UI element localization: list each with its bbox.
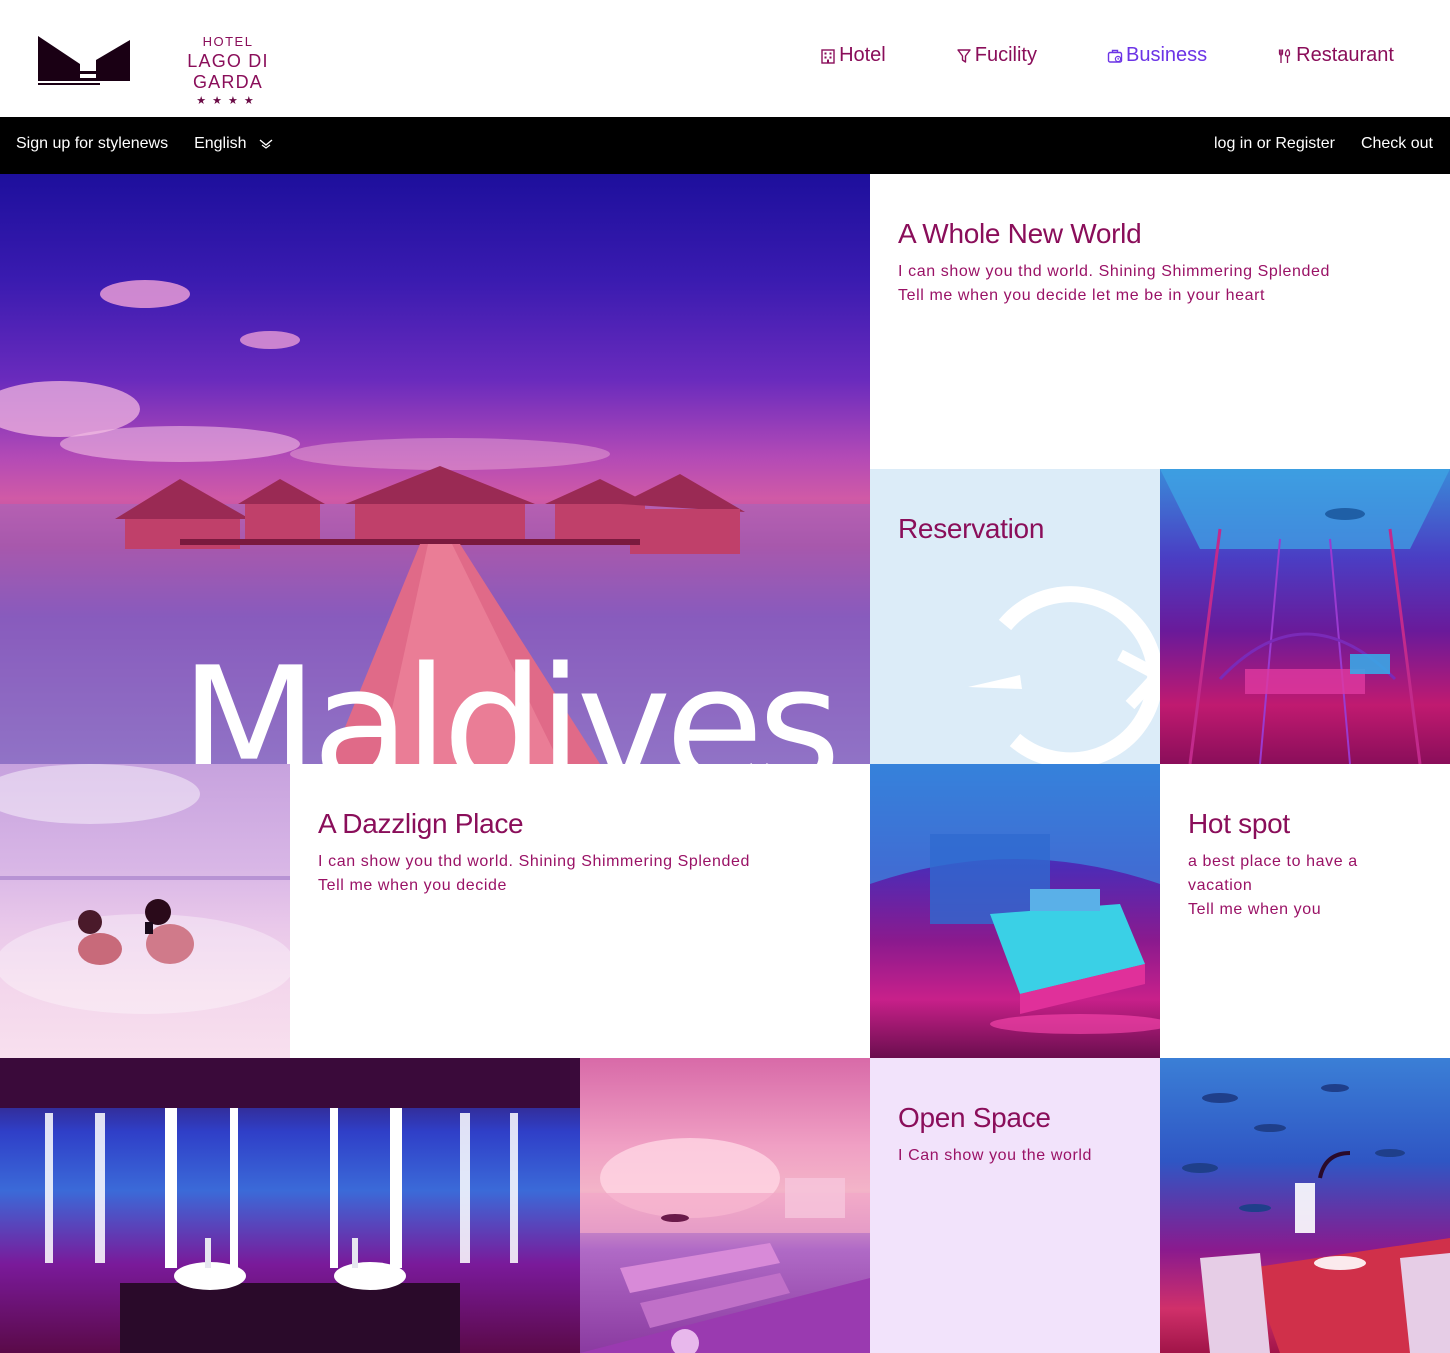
dazzling-place-text: A Dazzlign Place I can show you thd worl… [290, 764, 870, 898]
hero-maldives-image[interactable]: Maldives [0, 174, 870, 764]
briefcase-icon [1107, 49, 1123, 63]
hot-spot-description: a best place to have a vacation Tell me … [1188, 850, 1422, 922]
reservation-text: Reservation [870, 469, 1160, 545]
dazzling-place-title: A Dazzlign Place [318, 808, 524, 839]
open-space-description: I Can show you the world [898, 1144, 1132, 1168]
hero-title: Maldives [180, 632, 841, 765]
language-selector[interactable]: English [194, 135, 273, 153]
reservation-title: Reservation [898, 513, 1045, 544]
utility-right: log in or Register Check out [1214, 135, 1433, 153]
logo-name: LAGO DI GARDA [187, 51, 269, 92]
whole-new-world-card[interactable]: A Whole New World I can show you thd wor… [870, 174, 1450, 469]
checkout-link[interactable]: Check out [1361, 135, 1433, 153]
whole-new-world-line-2: Tell me when you decide let me be in you… [898, 287, 1266, 304]
logo-stars: ★★★★ [196, 95, 260, 107]
nav-item-fucility[interactable]: Fucility [956, 44, 1037, 67]
site-header: HOTEL LAGO DI GARDA ★★★★ Hotel Fucility [0, 0, 1450, 117]
underwater-bathroom-image[interactable] [0, 1058, 580, 1353]
nav-item-restaurant[interactable]: Restaurant [1277, 44, 1394, 67]
whole-new-world-description: I can show you thd world. Shining Shimme… [898, 260, 1422, 308]
open-space-text: Open Space I Can show you the world [870, 1058, 1160, 1168]
whole-new-world-title: A Whole New World [898, 218, 1142, 249]
whole-new-world-text: A Whole New World I can show you thd wor… [870, 174, 1450, 308]
dazzling-place-line-1: I can show you thd world. Shining Shimme… [318, 853, 751, 870]
nav-item-business[interactable]: Business [1107, 44, 1207, 67]
open-space-line-1: I Can show you the world [898, 1147, 1093, 1164]
open-space-card[interactable]: Open Space I Can show you the world [870, 1058, 1160, 1353]
hot-spot-line-2: Tell me when you [1188, 901, 1322, 918]
login-register-link[interactable]: log in or Register [1214, 135, 1335, 153]
open-space-title: Open Space [898, 1102, 1051, 1133]
underwater-bathroom-scene [0, 1058, 580, 1353]
hot-spot-title: Hot spot [1188, 808, 1290, 839]
logo-subtitle: HOTEL [202, 34, 254, 49]
cutlery-icon [1279, 48, 1291, 63]
nav-label-restaurant: Restaurant [1296, 44, 1394, 66]
underwater-suite-scene [1160, 469, 1450, 764]
nav-label-fucility: Fucility [974, 44, 1037, 66]
whole-new-world-line-1: I can show you thd world. Shining Shimme… [898, 263, 1331, 280]
hotel-logo-text[interactable]: HOTEL LAGO DI GARDA ★★★★ [150, 34, 306, 107]
underwater-bedroom-image[interactable] [870, 764, 1160, 1058]
building-icon [821, 48, 835, 64]
underwater-dining-scene [1182, 1084, 1450, 1353]
dazzling-place-line-2: Tell me when you decide [318, 877, 508, 894]
couple-beach-scene [0, 764, 290, 1014]
nav-item-hotel[interactable]: Hotel [820, 44, 886, 67]
hot-spot-line-1: a best place to have a vacation [1188, 853, 1358, 894]
utility-bar: Sign up for stylenews English log in or … [0, 117, 1450, 174]
utility-left: Sign up for stylenews English [16, 135, 273, 153]
chevron-down-icon [259, 139, 273, 149]
sunset-deck-scene [580, 1138, 870, 1353]
sunset-deck-image[interactable] [580, 1058, 870, 1353]
underwater-suite-image[interactable] [1160, 469, 1450, 764]
hot-spot-card[interactable]: Hot spot a best place to have a vacation… [1160, 764, 1450, 1058]
dazzling-place-description: I can show you thd world. Shining Shimme… [318, 850, 842, 898]
couple-beach-image[interactable] [0, 764, 290, 1058]
dazzling-place-card[interactable]: A Dazzlign Place I can show you thd worl… [290, 764, 870, 1058]
underwater-bedroom-scene [870, 764, 1160, 1034]
hot-spot-text: Hot spot a best place to have a vacation… [1160, 764, 1450, 922]
main-navigation: Hotel Fucility Business Restaurant [750, 44, 1394, 67]
refresh-icon [968, 586, 1160, 765]
nav-label-business: Business [1126, 44, 1208, 66]
newsletter-signup-link[interactable]: Sign up for stylenews [16, 135, 168, 153]
filter-icon [957, 48, 971, 63]
hotel-logo-icon[interactable] [36, 34, 132, 86]
underwater-dining-image[interactable] [1160, 1058, 1450, 1353]
language-label: English [194, 135, 247, 152]
nav-label-hotel: Hotel [839, 44, 886, 66]
